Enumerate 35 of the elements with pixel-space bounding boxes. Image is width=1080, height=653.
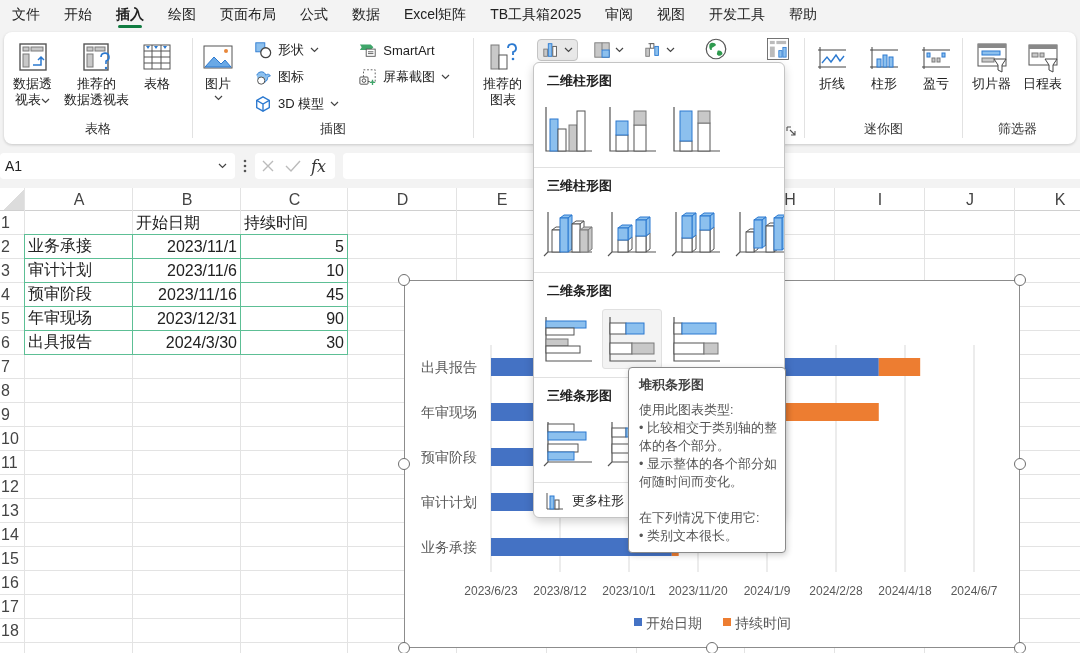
category-label: 出具报告 bbox=[421, 359, 477, 375]
tooltip-text: • 显示整体的各个部分如何随时间而变化。 bbox=[639, 456, 778, 491]
table-cell: 30 bbox=[240, 330, 348, 355]
table-cell-text: 持续时间 bbox=[243, 212, 309, 233]
category-label: 审计计划 bbox=[421, 494, 477, 510]
legend-label: 开始日期 bbox=[646, 615, 702, 631]
tooltip-title: 堆积条形图 bbox=[639, 377, 704, 394]
tooltip-text: • 类别文本很长。 bbox=[639, 528, 739, 545]
category-label: 业务承接 bbox=[421, 539, 477, 555]
axis-label: 2024/1/9 bbox=[743, 584, 791, 598]
table-cell: 出具报告 bbox=[24, 330, 133, 355]
category-label: 年审现场 bbox=[421, 404, 477, 420]
section-title: 三维柱形图 bbox=[546, 177, 612, 195]
axis-label: 2023/11/20 bbox=[668, 584, 728, 598]
axis-label: 2023/8/12 bbox=[533, 584, 587, 598]
table-cell-text: 开始日期 bbox=[135, 212, 201, 233]
axis-label: 2024/4/18 bbox=[878, 584, 932, 598]
section-title: 二维柱形图 bbox=[546, 72, 612, 90]
tooltip-text: 在下列情况下使用它: bbox=[639, 510, 761, 527]
table-cell: 5 bbox=[240, 234, 348, 259]
section-title: 三维条形图 bbox=[546, 387, 612, 405]
group-label: 插图 bbox=[319, 120, 347, 138]
table-cell: 业务承接 bbox=[24, 234, 133, 259]
legend-label: 持续时间 bbox=[735, 615, 791, 631]
tooltip-text: • 比较相交于类别轴的整体的各个部分。 bbox=[639, 420, 778, 455]
axis-label: 2023/6/23 bbox=[464, 584, 518, 598]
group-label: 筛选器 bbox=[996, 120, 1038, 138]
section-title: 二维条形图 bbox=[546, 282, 612, 300]
axis-label: 2024/6/7 bbox=[950, 584, 998, 598]
group-label: 表格 bbox=[84, 120, 112, 138]
group-label: 迷你图 bbox=[863, 120, 904, 138]
axis-label: 2024/2/28 bbox=[809, 584, 863, 598]
tooltip-text: 使用此图表类型: bbox=[639, 402, 735, 419]
axis-label: 2023/10/1 bbox=[602, 584, 656, 598]
category-label: 预审阶段 bbox=[421, 449, 477, 465]
